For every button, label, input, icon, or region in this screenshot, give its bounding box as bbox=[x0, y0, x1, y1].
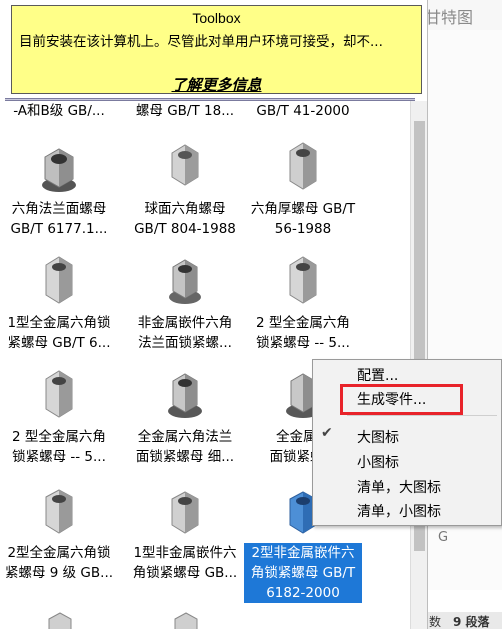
part-item[interactable]: -A和B级 GB/... bbox=[0, 101, 118, 121]
part-item-label: 2型非金属嵌件六 bbox=[244, 543, 362, 563]
nylon-lock-nut-icon bbox=[171, 491, 199, 534]
menu-item-list-large-icons[interactable]: 清单，大图标 bbox=[357, 477, 441, 497]
spherical-nut-icon bbox=[171, 144, 199, 186]
part-item-label: 紧螺母 9 级 GB... bbox=[4, 565, 114, 581]
tooltip-description: 目前安装在该计算机上。尽管此对单用户环境可接受，却不... bbox=[19, 34, 383, 50]
part-item-label: 法兰面锁紧螺... bbox=[138, 335, 232, 351]
part-item-flange-nut[interactable]: 六角法兰面螺母 GB/T 6177.1... bbox=[0, 137, 118, 239]
highlight-box bbox=[340, 384, 463, 415]
part-item-label: 2 型全金属六角 bbox=[12, 429, 106, 445]
part-item-label: 全金属六角法兰 bbox=[137, 429, 233, 445]
part-item-label: 六角厚螺母 GB/T bbox=[250, 201, 356, 217]
part-item-label: GB/T 804-1988 bbox=[134, 221, 236, 237]
nut-icon bbox=[174, 612, 198, 629]
part-item-label: 6182-2000 bbox=[244, 583, 362, 603]
part-item-label: 2型全金属六角锁 bbox=[7, 545, 111, 561]
part-item-label: GB/T 6177.1... bbox=[10, 221, 108, 237]
part-item-lock-nut-type2b[interactable]: 2 型全金属六角 锁紧螺母 -- 5... bbox=[0, 365, 118, 467]
tooltip-title: Toolbox bbox=[192, 10, 241, 26]
menu-separator bbox=[347, 415, 497, 416]
part-item-spherical-nut[interactable]: 球面六角螺母 GB/T 804-1988 bbox=[126, 137, 244, 239]
menu-item-configure[interactable]: 配置... bbox=[357, 365, 398, 385]
part-item-label: 1型非金属嵌件六 bbox=[133, 545, 237, 561]
thick-nut-icon bbox=[289, 142, 317, 190]
part-item-label: 1型全金属六角锁 bbox=[7, 315, 111, 331]
nylon-flange-nut-icon bbox=[169, 259, 201, 304]
part-item[interactable]: GB/T 41-2000 bbox=[244, 101, 362, 121]
part-item-label: 面锁紧螺母 细... bbox=[135, 449, 235, 465]
part-item-label: 紧螺母 GB/T 6... bbox=[7, 335, 111, 351]
part-item-label: -A和B级 GB/... bbox=[13, 103, 105, 119]
part-item-flange-lock-nut[interactable]: 全金属六角法兰 面锁紧螺母 细... bbox=[126, 365, 244, 467]
part-item-label: 2 型全金属六角 bbox=[256, 315, 350, 331]
toolbox-tooltip: Toolbox 目前安装在该计算机上。尽管此对单用户环境可接受，却不... 了解… bbox=[11, 5, 422, 94]
part-item-label: 56-1988 bbox=[274, 221, 332, 237]
part-item[interactable]: 螺母 GB/T 18... bbox=[126, 101, 244, 121]
flange-nut-icon bbox=[42, 148, 76, 192]
menu-item-large-icons[interactable]: 大图标 bbox=[357, 427, 399, 447]
background-app-text: 甘特图 bbox=[425, 8, 474, 27]
part-item-nylon-flange-nut[interactable]: 非金属嵌件六角 法兰面锁紧螺... bbox=[126, 251, 244, 353]
part-item-label: 角锁紧螺母 GB/T bbox=[244, 563, 362, 583]
flange-lock-nut-icon bbox=[168, 373, 202, 418]
menu-item-list-small-icons[interactable]: 清单，小图标 bbox=[357, 501, 441, 521]
part-item-label: 锁紧螺母 -- 5... bbox=[256, 335, 350, 351]
lock-nut-icon bbox=[289, 256, 317, 304]
part-item-label: 角锁紧螺母 GB... bbox=[132, 565, 238, 581]
learn-more-link[interactable]: 了解更多信息 bbox=[12, 74, 421, 95]
part-item-label: 锁紧螺母 -- 5... bbox=[12, 449, 106, 465]
background-status-bar: 数 9 段落 bbox=[425, 612, 502, 629]
part-item-label: GB/T 41-2000 bbox=[256, 103, 350, 119]
nut-icon bbox=[48, 612, 72, 629]
part-item-nylon-lock-nut-type1[interactable]: 1型非金属嵌件六 角锁紧螺母 GB... bbox=[126, 485, 244, 583]
lock-nut-icon bbox=[45, 256, 73, 304]
toolbox-panel: Toolbox 目前安装在该计算机上。尽管此对单用户环境可接受，却不... 了解… bbox=[0, 0, 428, 629]
part-item-lock-nut-grade9[interactable]: 2型全金属六角锁 紧螺母 9 级 GB... bbox=[0, 485, 118, 583]
part-item-label: 球面六角螺母 bbox=[144, 201, 226, 217]
part-item-lock-nut-type2[interactable]: 2 型全金属六角 锁紧螺母 -- 5... bbox=[244, 251, 362, 353]
part-item-label: 螺母 GB/T 18... bbox=[135, 103, 235, 119]
lock-nut-icon bbox=[45, 370, 73, 418]
background-app-letter: G bbox=[438, 530, 449, 545]
part-item-lock-nut-type1[interactable]: 1型全金属六角锁 紧螺母 GB/T 6... bbox=[0, 251, 118, 353]
part-item-thick-nut[interactable]: 六角厚螺母 GB/T 56-1988 bbox=[244, 137, 362, 239]
status-paragraph-count: 9 段落 bbox=[453, 615, 490, 629]
checkmark-icon: ✔ bbox=[321, 425, 333, 441]
part-item-label: 非金属嵌件六角 bbox=[137, 315, 233, 331]
lock-nut-icon bbox=[45, 489, 73, 534]
part-item-label: 六角法兰面螺母 bbox=[11, 201, 107, 217]
menu-item-small-icons[interactable]: 小图标 bbox=[357, 452, 399, 472]
status-left-text: 数 bbox=[429, 615, 442, 629]
